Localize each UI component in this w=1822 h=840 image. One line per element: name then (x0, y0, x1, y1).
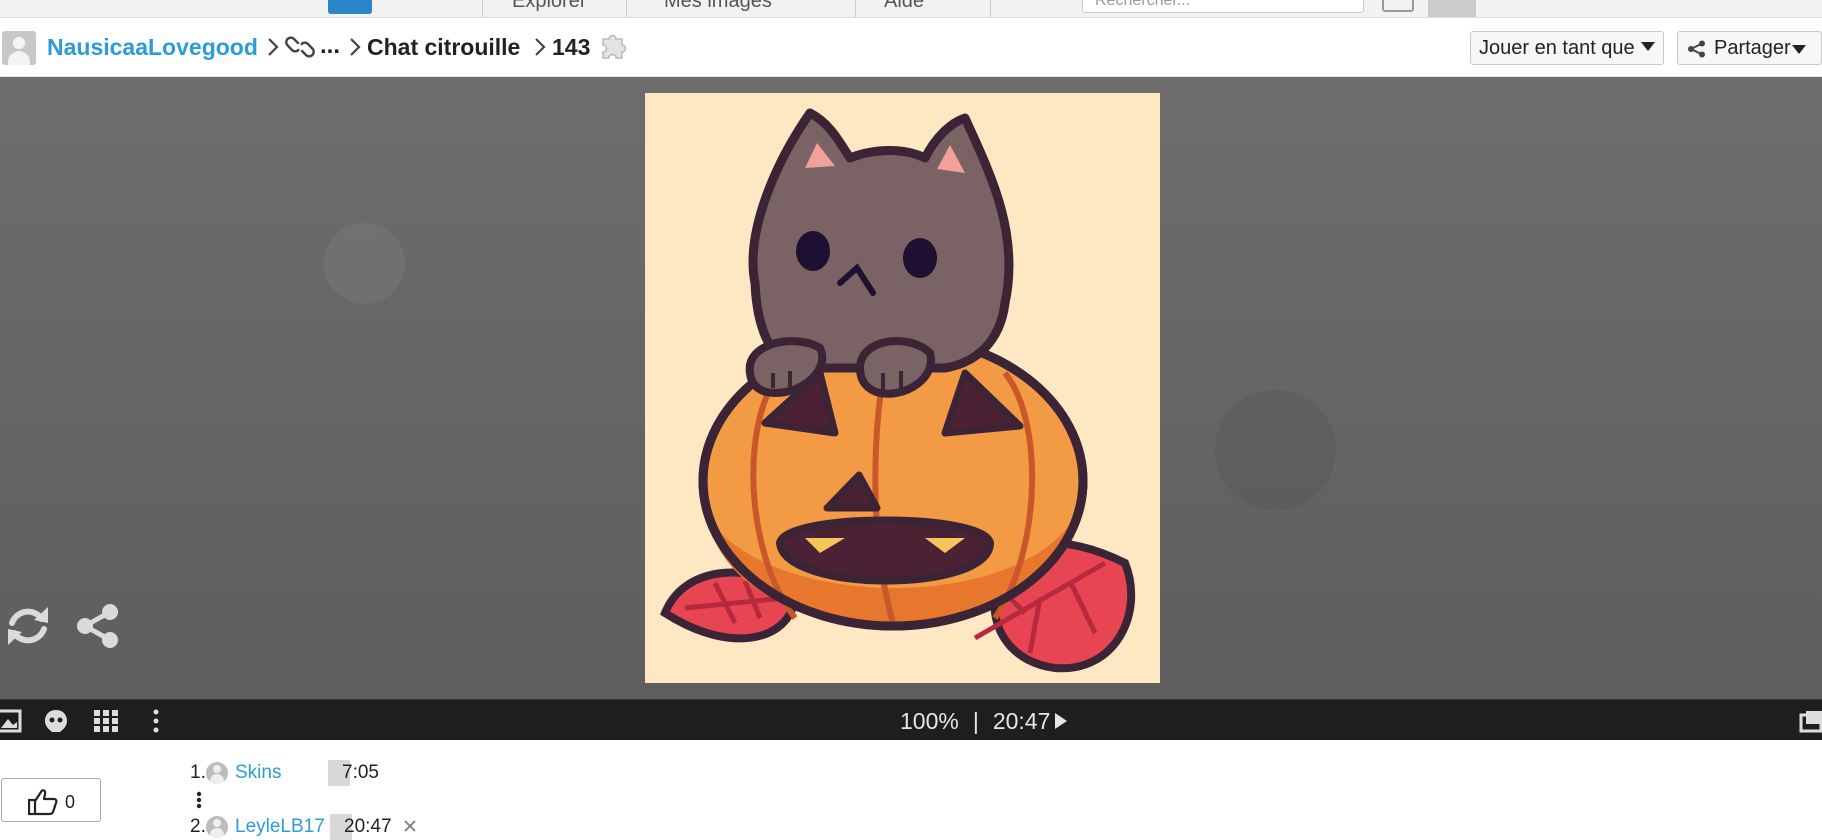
zoom-timer-display: 100% | 20:47 (900, 708, 1068, 735)
user-avatar[interactable] (1428, 0, 1476, 17)
share-icon[interactable] (74, 603, 122, 649)
separator: | (972, 708, 979, 734)
more-scores-icon[interactable] (196, 791, 202, 809)
like-count: 0 (65, 792, 76, 812)
more-options-icon[interactable] (146, 708, 174, 734)
ghost-image-icon[interactable] (42, 708, 70, 734)
nav-divider (482, 0, 483, 17)
cat-pumpkin-illustration (660, 108, 1136, 673)
messages-icon[interactable] (1382, 0, 1414, 12)
score-time: 20:47 (330, 814, 396, 840)
share-icon (1688, 40, 1705, 58)
page-title: Chat citrouille (367, 34, 521, 60)
leaderboard-row: 2. LeyleLB17 20:47 (190, 814, 450, 840)
chevron-right-icon (535, 38, 546, 56)
puzzle-piece-icon (602, 34, 627, 59)
timer: 20:47 (992, 708, 1051, 734)
breadcrumb-ellipsis[interactable]: ... (320, 32, 340, 60)
player-avatar (206, 816, 228, 838)
zoom-level: 100% (900, 708, 959, 734)
nav-item-images[interactable]: Mes images (664, 0, 772, 13)
link-icon[interactable] (285, 34, 315, 60)
top-nav-bar: Explorer Mes images Aide Rechercher... (0, 0, 1822, 18)
score-rank: 1. (190, 762, 206, 783)
leaderboard-row: 1. Skins 7:05 (190, 760, 450, 786)
chevron-right-icon (350, 38, 361, 56)
puzzle-image[interactable] (645, 93, 1160, 683)
like-button[interactable]: 0 (1, 778, 101, 822)
puzzle-toolbar: 100% | 20:47 (0, 699, 1822, 740)
play-as-label: Jouer en tant que (1479, 37, 1635, 59)
close-icon[interactable] (402, 818, 418, 834)
score-rank: 2. (190, 816, 206, 837)
player-name-link[interactable]: LeyleLB17 (235, 816, 325, 838)
author-avatar[interactable] (2, 31, 36, 65)
play-icon[interactable] (1055, 713, 1068, 729)
search-input[interactable]: Rechercher... (1082, 0, 1364, 13)
thumbs-up-icon (28, 789, 58, 816)
caret-down-icon (1640, 42, 1655, 51)
score-time: 7:05 (328, 760, 383, 786)
nav-item-explore[interactable]: Explorer (512, 0, 586, 13)
preview-image-icon[interactable] (0, 708, 24, 734)
piece-count: 143 (552, 34, 591, 60)
play-as-button[interactable]: Jouer en tant que (1470, 31, 1664, 65)
chevron-right-icon (268, 38, 279, 56)
puzzle-board[interactable] (0, 77, 1822, 699)
share-label: Partager (1714, 37, 1791, 59)
nav-divider (990, 0, 991, 17)
fullscreen-icon[interactable] (1798, 708, 1822, 734)
nav-divider (855, 0, 856, 17)
refresh-icon[interactable] (4, 603, 52, 649)
caret-down-icon (1792, 45, 1806, 54)
grid-sort-icon[interactable] (92, 708, 120, 734)
share-button[interactable]: Partager (1677, 31, 1822, 65)
nav-item-help[interactable]: Aide (884, 0, 924, 13)
nav-divider (626, 0, 627, 17)
breadcrumb: NausicaaLovegood ... Chat citrouille 143… (0, 18, 1822, 77)
breadcrumb-user-link[interactable]: NausicaaLovegood (47, 34, 258, 61)
site-logo[interactable] (328, 0, 372, 14)
player-name-link[interactable]: Skins (235, 762, 281, 784)
player-avatar (206, 762, 228, 784)
